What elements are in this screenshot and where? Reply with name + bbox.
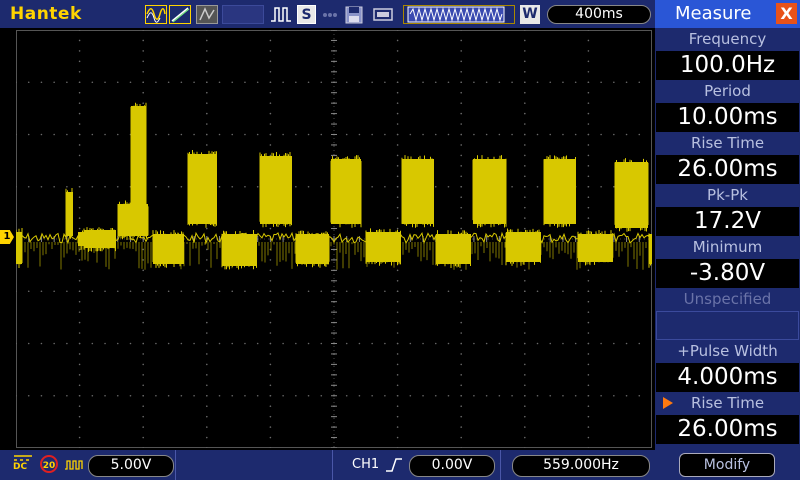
measure-value-unspecified[interactable] (656, 311, 799, 340)
link-icon (320, 5, 340, 24)
measure-value-rise-time[interactable]: 26.00ms (656, 155, 799, 184)
status-field (222, 5, 264, 24)
measure-value-minimum[interactable]: -3.80V (656, 259, 799, 288)
rising-edge-icon[interactable] (385, 457, 403, 472)
persistence-icon[interactable] (196, 5, 218, 24)
measure-label-rise-time[interactable]: Rise Time (655, 132, 800, 154)
waveform-display[interactable] (16, 30, 652, 448)
measure-label-pulse-width[interactable]: +Pulse Width (655, 340, 800, 362)
measure-value-pk-pk[interactable]: 17.2V (656, 207, 799, 236)
modify-button[interactable]: Modify (679, 453, 775, 477)
probe-icon (64, 457, 84, 471)
measure-value-pulse-width[interactable]: 4.000ms (656, 363, 799, 392)
waveform-icon[interactable] (145, 5, 167, 24)
bandwidth-limit-badge[interactable]: 20 (40, 455, 58, 473)
save-mode-button[interactable]: S (297, 5, 316, 24)
measure-label-unspecified[interactable]: Unspecified (655, 288, 800, 310)
usb-icon (372, 5, 394, 24)
brand-logo: Hantek (10, 4, 82, 24)
measure-panel-title: Measure (675, 3, 752, 24)
measure-panel: Measure X Frequency 100.0Hz Period 10.00… (655, 0, 800, 480)
divider (500, 450, 501, 480)
ch1-volts-per-div[interactable]: 5.00V (88, 455, 174, 477)
measure-label-pk-pk[interactable]: Pk-Pk (655, 184, 800, 206)
save-disk-icon[interactable] (345, 5, 363, 24)
bottom-status-bar: DC 20 5.00V CH1 0.00V 559.000Hz (0, 450, 655, 480)
measure-label-minimum[interactable]: Minimum (655, 236, 800, 258)
divider (175, 450, 176, 480)
ch1-ground-marker[interactable]: 1 (0, 230, 14, 244)
coupling-label[interactable]: DC (13, 454, 33, 472)
top-toolbar: Hantek S W 400ms (0, 0, 655, 28)
line-display-icon[interactable] (169, 5, 191, 24)
measure-label-period[interactable]: Period (655, 80, 800, 102)
trigger-frequency: 559.000Hz (512, 455, 650, 477)
coupling-text: DC (13, 462, 28, 472)
divider (332, 450, 333, 480)
memory-position-bar[interactable] (403, 5, 515, 24)
close-button[interactable]: X (776, 3, 797, 24)
measure-panel-header: Measure X (655, 0, 800, 28)
ch1-trace (16, 102, 652, 270)
trigger-source[interactable]: CH1 (352, 457, 379, 472)
trigger-level[interactable]: 0.00V (409, 455, 495, 477)
measure-label-frequency[interactable]: Frequency (655, 28, 800, 50)
measure-value-frequency[interactable]: 100.0Hz (656, 51, 799, 80)
waveform-window-button[interactable]: W (520, 5, 540, 24)
pulse-trigger-icon[interactable] (270, 5, 292, 24)
measure-label-rise-time-selected[interactable]: Rise Time (655, 392, 800, 414)
measure-value-period[interactable]: 10.00ms (656, 103, 799, 132)
timebase-readout[interactable]: 400ms (547, 5, 651, 24)
measure-value-rise-time-selected[interactable]: 26.00ms (656, 415, 799, 444)
